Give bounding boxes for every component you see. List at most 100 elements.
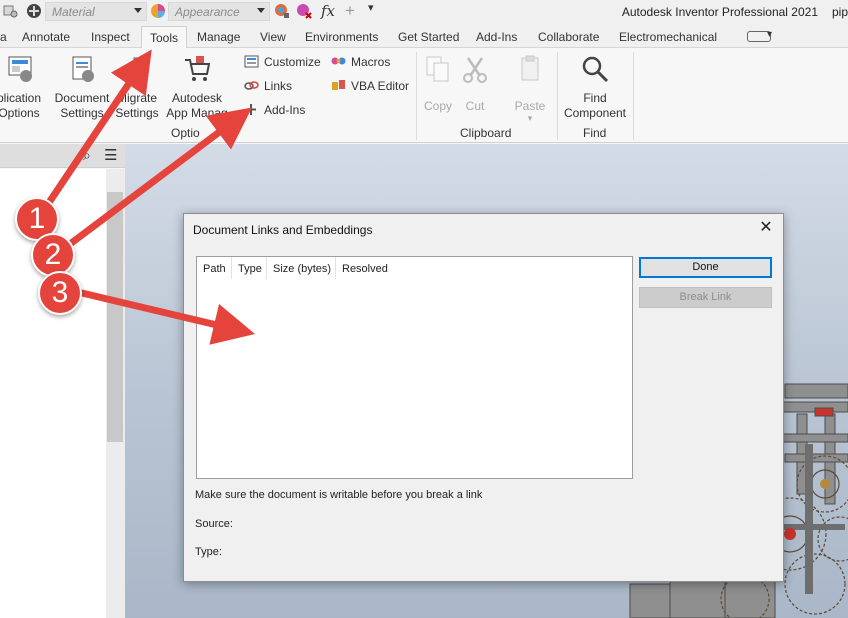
appearance-placeholder: Appearance bbox=[175, 5, 240, 19]
close-icon[interactable]: ✕ bbox=[755, 218, 777, 240]
add-ins-button[interactable]: Add-Ins bbox=[244, 103, 305, 117]
find-component-label-2: Component bbox=[563, 106, 627, 120]
autodesk-app-manager-label-1: Autodesk bbox=[171, 91, 223, 105]
source-label: Source: bbox=[195, 518, 233, 530]
macros-label: Macros bbox=[351, 55, 391, 69]
migrate-settings-label-1: Migrate bbox=[116, 91, 157, 105]
copy-label: Copy bbox=[423, 99, 452, 113]
paste-label: Paste bbox=[514, 99, 546, 113]
migrate-settings-label-2: Settings bbox=[115, 106, 159, 120]
adjust-appearance-icon[interactable] bbox=[274, 3, 290, 19]
ribbon-tab-bar: a Annotate Inspect Tools Manage View Env… bbox=[0, 24, 848, 49]
browser-header: ⌕ ☰ bbox=[0, 144, 125, 168]
tab-electromechanical[interactable]: Electromechanical bbox=[619, 30, 717, 44]
tab-environments[interactable]: Environments bbox=[305, 30, 378, 44]
plus-puzzle-icon bbox=[246, 104, 256, 115]
application-options-icon bbox=[8, 56, 32, 82]
column-header-path[interactable]: Path bbox=[197, 257, 232, 279]
migrate-settings-icon bbox=[124, 57, 149, 77]
document-settings-label-1: Document bbox=[54, 91, 110, 105]
tab-get-started[interactable]: Get Started bbox=[398, 30, 459, 44]
chevron-down-icon[interactable]: ▾ bbox=[767, 29, 772, 40]
tab-view[interactable]: View bbox=[260, 30, 286, 44]
done-button[interactable]: Done bbox=[639, 257, 772, 278]
customize-icon bbox=[244, 55, 259, 68]
links-button[interactable]: Links bbox=[244, 79, 292, 93]
tab-inspect[interactable]: Inspect bbox=[91, 30, 130, 44]
ribbon-separator bbox=[633, 52, 634, 140]
chain-link-icon bbox=[244, 81, 259, 90]
document-settings-label-2: Settings bbox=[60, 106, 104, 120]
step-badge-3: 3 bbox=[38, 271, 82, 315]
tab-add-ins[interactable]: Add-Ins bbox=[476, 30, 517, 44]
step-badge-2: 2 bbox=[31, 233, 75, 277]
autodesk-app-manager-button[interactable]: Autodesk App Manag bbox=[162, 54, 232, 121]
quick-access-toolbar: Material Appearance fx + ▾ Autodesk Inve… bbox=[0, 0, 848, 24]
find-component-button[interactable]: Find Component bbox=[560, 54, 630, 121]
add-ins-label: Add-Ins bbox=[264, 103, 306, 117]
ribbon-separator bbox=[416, 52, 417, 140]
application-options-button[interactable]: plication Options bbox=[0, 54, 50, 121]
cube-icon[interactable] bbox=[2, 3, 18, 19]
column-header-size[interactable]: Size (bytes) bbox=[267, 257, 336, 279]
type-label: Type: bbox=[195, 546, 222, 558]
app-title: Autodesk Inventor Professional 2021 bbox=[621, 5, 818, 19]
macros-button[interactable]: Macros bbox=[331, 55, 390, 69]
writable-note: Make sure the document is writable befor… bbox=[195, 489, 483, 501]
material-placeholder: Material bbox=[52, 5, 95, 19]
scissors-icon bbox=[463, 57, 487, 83]
chevron-down-icon[interactable]: ▾ bbox=[220, 125, 225, 136]
customize-label: Customize bbox=[264, 55, 321, 69]
macros-icon bbox=[331, 57, 346, 65]
links-list[interactable]: Path Type Size (bytes) Resolved bbox=[196, 256, 633, 479]
copy-button[interactable]: Copy bbox=[420, 54, 456, 114]
material-dropdown[interactable]: Material bbox=[45, 2, 147, 21]
paste-button[interactable]: Paste ▾ bbox=[508, 54, 552, 123]
material-sphere-icon[interactable] bbox=[26, 3, 42, 19]
break-link-button[interactable]: Break Link bbox=[639, 287, 772, 308]
document-settings-icon bbox=[72, 56, 94, 82]
clipboard-icon bbox=[521, 55, 539, 81]
hamburger-menu-icon[interactable]: ☰ bbox=[104, 146, 117, 164]
ribbon-separator bbox=[557, 52, 558, 140]
options-group-label: Optio bbox=[171, 126, 200, 140]
search-icon[interactable]: ⌕ bbox=[83, 147, 91, 164]
migrate-settings-button[interactable]: Migrate Settings bbox=[111, 54, 163, 121]
clipboard-group-label: Clipboard bbox=[460, 126, 512, 140]
function-fx-icon[interactable]: fx bbox=[321, 2, 337, 20]
clear-appearance-icon[interactable] bbox=[296, 3, 312, 19]
column-header-type[interactable]: Type bbox=[232, 257, 267, 279]
autodesk-app-manager-label-2: App Manag bbox=[166, 106, 228, 120]
customize-button[interactable]: Customize bbox=[244, 55, 321, 69]
cut-label: Cut bbox=[465, 99, 485, 113]
application-options-label-2: Options bbox=[0, 106, 40, 120]
tab-collaborate[interactable]: Collaborate bbox=[538, 30, 599, 44]
tab-tools[interactable]: Tools bbox=[141, 26, 188, 49]
customize-qat-chevron-icon[interactable]: ▾ bbox=[368, 1, 384, 17]
dialog-title: Document Links and Embeddings bbox=[193, 223, 373, 237]
shopping-cart-icon bbox=[185, 56, 211, 81]
plus-icon[interactable]: + bbox=[345, 1, 361, 20]
chevron-down-icon bbox=[134, 8, 142, 13]
tab-manage[interactable]: Manage bbox=[197, 30, 240, 44]
document-settings-button[interactable]: Document Settings bbox=[52, 54, 112, 121]
magnifier-icon bbox=[582, 56, 609, 83]
appearance-color-icon bbox=[151, 4, 165, 18]
find-component-label-1: Find bbox=[583, 91, 607, 105]
vba-editor-label: VBA Editor bbox=[351, 79, 410, 93]
ribbon-panel: plication Options Document Settings Migr… bbox=[0, 48, 848, 143]
chevron-down-icon bbox=[257, 8, 265, 13]
cut-button[interactable]: Cut bbox=[457, 54, 493, 114]
tab-annotate[interactable]: Annotate bbox=[22, 30, 70, 44]
browser-scroll-thumb[interactable] bbox=[107, 192, 123, 442]
application-options-label-1: plication bbox=[0, 91, 42, 105]
appearance-dropdown[interactable]: Appearance bbox=[168, 2, 270, 21]
copy-icon bbox=[426, 56, 449, 82]
tab-partial[interactable]: a bbox=[0, 30, 7, 44]
links-label: Links bbox=[264, 79, 293, 93]
vba-editor-icon bbox=[332, 80, 345, 90]
vba-editor-button[interactable]: VBA Editor bbox=[331, 79, 409, 93]
chevron-down-icon: ▾ bbox=[527, 113, 533, 123]
file-name-fragment: pip bbox=[831, 5, 848, 19]
column-header-resolved[interactable]: Resolved bbox=[336, 257, 396, 279]
